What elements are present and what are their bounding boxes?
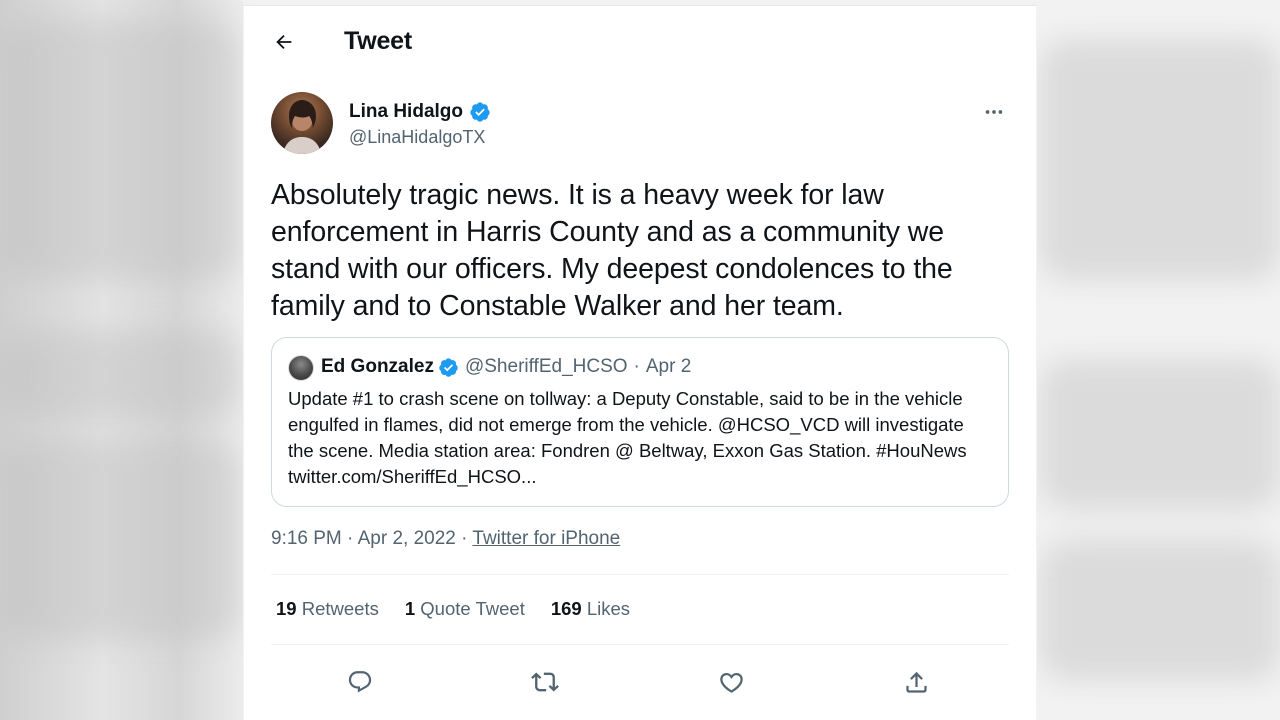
action-bar: [271, 656, 1009, 706]
arrow-left-icon: [276, 34, 292, 50]
background-shape: [0, 440, 240, 640]
background-shape: [1040, 360, 1280, 510]
quoted-author-name: Ed Gonzalez: [321, 356, 434, 377]
likes-stat[interactable]: 169 Likes: [551, 598, 630, 620]
quoted-tweet-text: Update #1 to crash scene on tollway: a D…: [288, 388, 967, 487]
retweets-count: 19: [276, 598, 297, 619]
quote-tweets-stat[interactable]: 1 Quote Tweet: [405, 598, 525, 620]
quoted-tweet-header: Ed Gonzalez @SheriffEd_HCSO · Apr 2: [321, 356, 691, 378]
tweet-date[interactable]: Apr 2, 2022: [358, 528, 456, 549]
tweet-timestamp: 9:16 PM · Apr 2, 2022 · Twitter for iPho…: [271, 528, 620, 550]
quote-tweets-count: 1: [404, 598, 416, 619]
reply-icon: [348, 671, 372, 693]
background-shape: [1040, 40, 1280, 280]
background-shape: [1040, 540, 1280, 680]
likes-label: Likes: [586, 598, 631, 619]
share-button[interactable]: [896, 662, 936, 702]
separator-dot: ·: [633, 356, 640, 377]
avatar[interactable]: [271, 92, 333, 154]
like-icon: [719, 672, 743, 693]
background-shape: [0, 20, 240, 280]
divider: [271, 644, 1009, 645]
more-options-button[interactable]: [980, 98, 1008, 126]
divider: [271, 574, 1009, 575]
retweet-button[interactable]: [525, 662, 565, 702]
tweet-time[interactable]: 9:16 PM: [271, 528, 342, 549]
separator-dot: ·: [347, 528, 358, 549]
share-icon: [905, 671, 927, 693]
tweet-source-link[interactable]: Twitter for iPhone: [472, 528, 620, 549]
reply-button[interactable]: [340, 662, 380, 702]
retweets-stat[interactable]: 19 Retweets: [276, 598, 379, 620]
page-title: Tweet: [344, 27, 412, 55]
retweets-label: Retweets: [301, 598, 379, 619]
tweet-text: Absolutely tragic news. It is a heavy we…: [271, 179, 953, 322]
background-shape: [0, 330, 240, 420]
quoted-tweet[interactable]: Ed Gonzalez @SheriffEd_HCSO · Apr 2 Upda…: [271, 337, 1009, 507]
retweet-icon: [531, 672, 559, 692]
quoted-date: Apr 2: [645, 356, 692, 377]
like-button[interactable]: [711, 662, 751, 702]
back-button[interactable]: [270, 28, 298, 56]
author-name[interactable]: Lina Hidalgo: [349, 101, 491, 123]
likes-count: 169: [550, 598, 582, 619]
tweet-detail-panel: Tweet Lina Hidalgo @LinaHidalgoTX Absolu…: [243, 5, 1037, 720]
quoted-avatar: [288, 355, 314, 381]
engagement-stats: 19 Retweets 1 Quote Tweet 169 Likes: [276, 598, 630, 620]
verified-badge-icon: [470, 102, 490, 122]
author-handle[interactable]: @LinaHidalgoTX: [349, 127, 485, 148]
more-horizontal-icon: [985, 110, 1003, 114]
author-name-text: Lina Hidalgo: [349, 101, 463, 122]
separator-dot: ·: [461, 528, 473, 549]
page-header: Tweet: [244, 6, 1036, 76]
verified-badge-icon: [439, 357, 458, 377]
quoted-author-handle: @SheriffEd_HCSO: [464, 356, 628, 377]
quote-tweets-label: Quote Tweet: [420, 598, 525, 619]
profile-photo-icon: [283, 100, 321, 154]
